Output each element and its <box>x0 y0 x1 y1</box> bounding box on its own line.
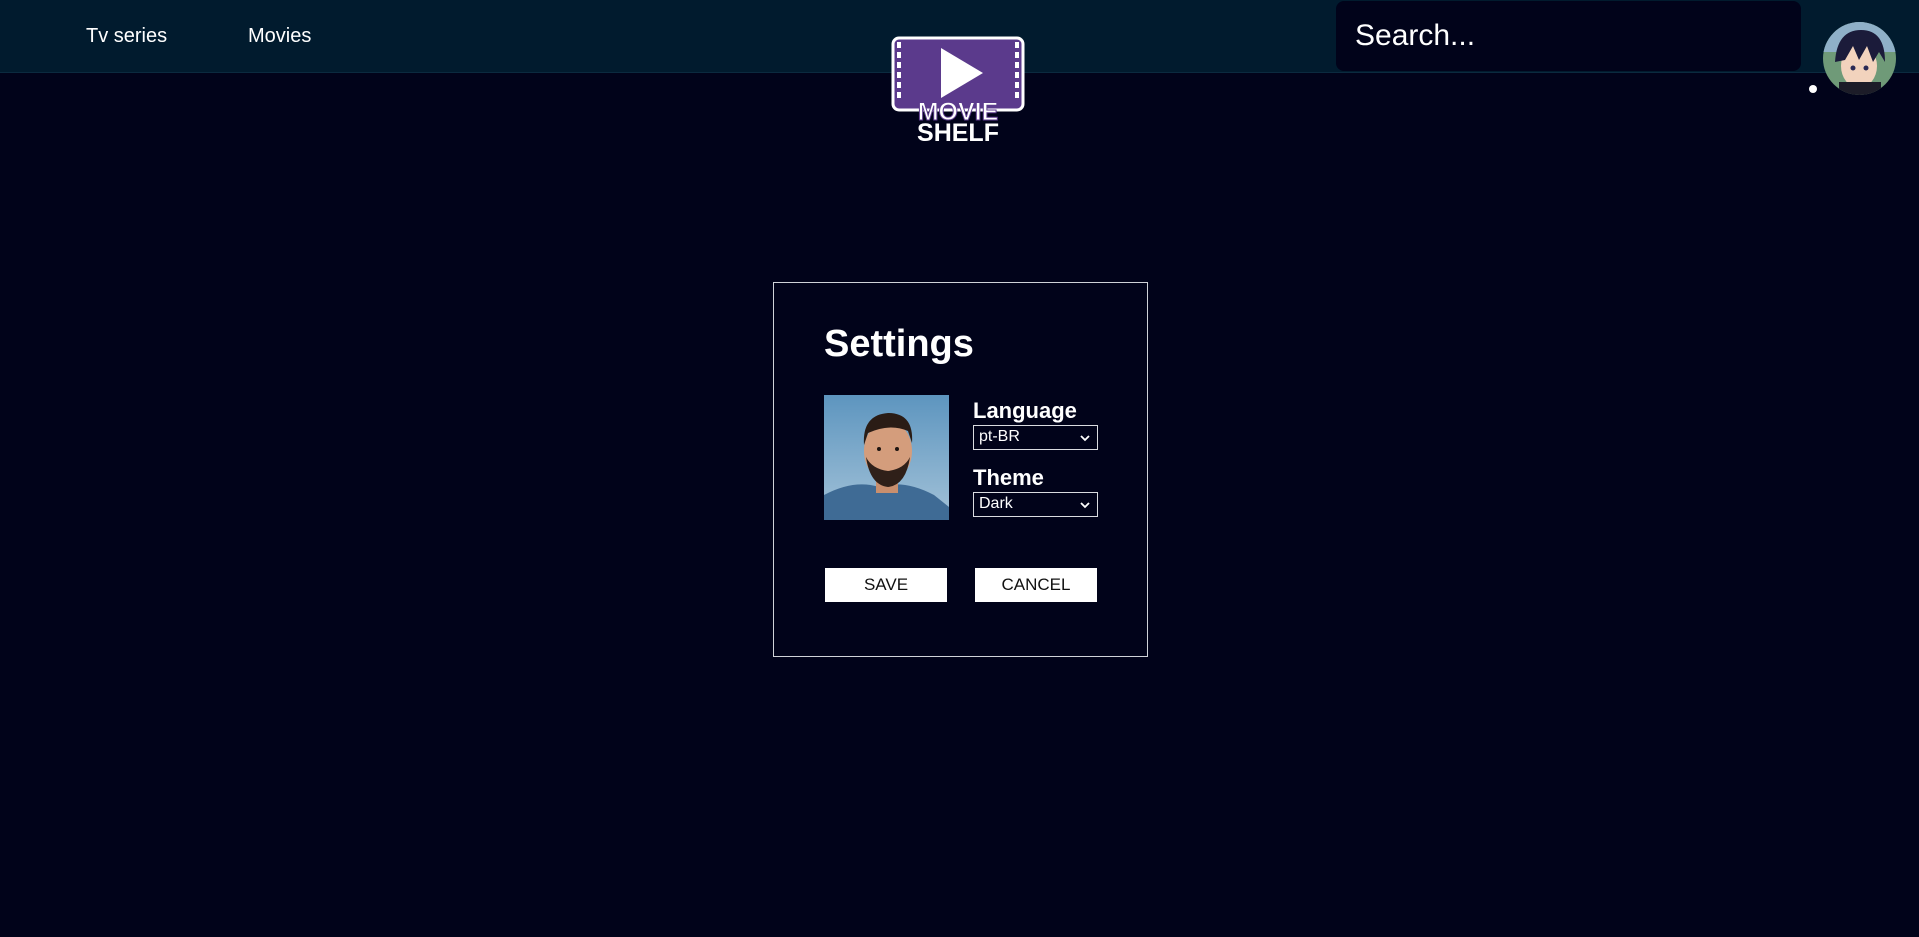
theme-label: Theme <box>973 465 1044 490</box>
theme-select-value: Dark <box>979 495 1013 512</box>
language-select[interactable]: pt-BR <box>973 425 1098 450</box>
theme-select[interactable]: Dark <box>973 492 1098 517</box>
profile-photo-image <box>824 395 949 520</box>
user-avatar[interactable] <box>1823 22 1896 95</box>
nav-link-tv-series[interactable]: Tv series <box>86 25 167 48</box>
language-select-value: pt-BR <box>979 428 1020 445</box>
search-input[interactable] <box>1336 1 1801 71</box>
avatar-image <box>1823 22 1896 95</box>
logo-graphic: MOVIE SHELF <box>891 36 1025 147</box>
settings-panel: Settings Language pt-BR Theme Dark SAVE … <box>773 282 1148 657</box>
nav-link-movies[interactable]: Movies <box>248 25 311 48</box>
online-status-dot <box>1809 85 1817 93</box>
settings-title: Settings <box>824 323 974 365</box>
logo-text-shelf: SHELF <box>917 119 999 144</box>
save-button[interactable]: SAVE <box>825 568 947 602</box>
language-label: Language <box>973 398 1077 423</box>
chevron-down-icon <box>1080 502 1090 509</box>
cancel-button[interactable]: CANCEL <box>975 568 1097 602</box>
chevron-down-icon <box>1080 435 1090 442</box>
profile-photo[interactable] <box>824 395 949 520</box>
movie-shelf-logo[interactable]: MOVIE SHELF <box>891 36 1025 147</box>
